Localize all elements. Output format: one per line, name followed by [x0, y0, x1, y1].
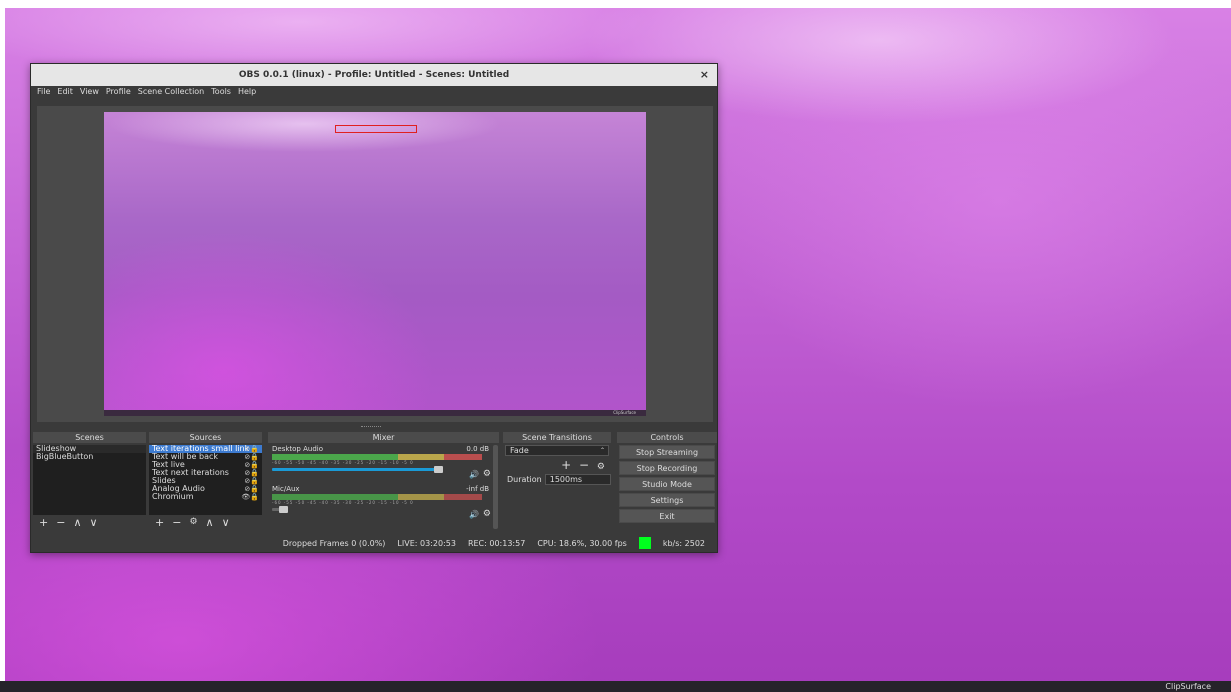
visibility-icon[interactable]: ⊘🔒 [244, 461, 259, 469]
menu-scene-collection[interactable]: Scene Collection [138, 86, 205, 98]
sources-header: Sources [149, 432, 262, 443]
meter-scale: -60 -55 -50 -45 -40 -35 -30 -25 -20 -15 … [272, 460, 414, 465]
move-down-icon[interactable]: ∨ [90, 516, 98, 529]
meter-scale: -60 -55 -50 -45 -40 -35 -30 -25 -20 -15 … [272, 500, 414, 505]
scenes-list: Slideshow BigBlueButton [33, 445, 146, 515]
visibility-icon[interactable]: ⊘🔒 [244, 453, 259, 461]
dropped-frames: Dropped Frames 0 (0.0%) [282, 538, 386, 548]
volume-meter [272, 494, 482, 500]
add-icon[interactable]: + [561, 458, 571, 472]
transitions-dock: Scene Transitions Fade ⌃ + − ⚙ Duration … [503, 432, 611, 485]
gear-icon[interactable]: ⚙ [189, 517, 197, 527]
gear-icon[interactable]: ⚙ [483, 469, 491, 479]
channel-name: Mic/Aux [272, 485, 300, 493]
speaker-icon[interactable]: 🔊 [469, 510, 479, 519]
add-icon[interactable]: + [39, 516, 48, 529]
move-up-icon[interactable]: ∧ [73, 516, 81, 529]
add-icon[interactable]: + [155, 516, 164, 529]
scene-item[interactable]: BigBlueButton [33, 453, 146, 461]
source-name: Chromium [152, 492, 194, 501]
visibility-icon[interactable]: ⊘🔒 [244, 445, 259, 453]
studio-mode-button[interactable]: Studio Mode [619, 477, 715, 491]
canvas-logo: ClipSurface [613, 410, 636, 415]
transitions-header: Scene Transitions [503, 432, 611, 443]
chevron-down-icon: ⌃ [599, 447, 605, 454]
scenes-toolbar: + − ∧ ∨ [33, 515, 146, 529]
scenes-dock: Scenes Slideshow BigBlueButton + − ∧ ∨ [33, 432, 146, 529]
slider-handle[interactable] [434, 466, 443, 473]
transition-toolbar: + − ⚙ [503, 456, 611, 474]
controls-dock: Controls Stop Streaming Stop Recording S… [617, 432, 717, 523]
volume-slider[interactable] [272, 466, 443, 473]
splitter-handle[interactable] [361, 426, 381, 429]
gear-icon[interactable]: ⚙ [483, 509, 491, 519]
cpu-usage: CPU: 18.6%, 30.00 fps [537, 538, 627, 548]
slider-handle[interactable] [279, 506, 288, 513]
visibility-icon[interactable]: 👁🔒 [241, 493, 259, 501]
menu-help[interactable]: Help [238, 86, 256, 98]
mixer-channel: Mic/Aux -inf dB -60 -55 -50 -45 -40 -35 … [268, 483, 499, 523]
exit-button[interactable]: Exit [619, 509, 715, 523]
canvas-bottom-bar [104, 410, 646, 416]
desktop-left-edge [0, 0, 5, 692]
channel-db: 0.0 dB [466, 445, 489, 453]
mixer-dock: Mixer Desktop Audio 0.0 dB -60 -55 -50 -… [268, 432, 499, 531]
sources-toolbar: + − ⚙ ∧ ∨ [149, 515, 262, 529]
bitrate: kb/s: 2502 [662, 538, 705, 548]
visibility-icon[interactable]: ⊘🔒 [244, 469, 259, 477]
scenes-header: Scenes [33, 432, 146, 443]
gear-icon[interactable]: ⚙ [597, 462, 605, 472]
close-icon[interactable]: × [700, 64, 709, 86]
live-time: LIVE: 03:20:53 [397, 538, 456, 548]
speaker-icon[interactable]: 🔊 [469, 470, 479, 479]
stop-recording-button[interactable]: Stop Recording [619, 461, 715, 475]
duration-row: Duration 1500ms [503, 474, 611, 485]
status-indicator [638, 537, 651, 549]
menu-bar: File Edit View Profile Scene Collection … [31, 86, 717, 98]
menu-edit[interactable]: Edit [57, 86, 73, 98]
preview-area[interactable]: ClipSurface [37, 106, 713, 422]
channel-name: Desktop Audio [272, 445, 323, 453]
window-title: OBS 0.0.1 (linux) - Profile: Untitled - … [238, 70, 510, 80]
title-bar[interactable]: OBS 0.0.1 (linux) - Profile: Untitled - … [31, 64, 717, 86]
mixer-channel: Desktop Audio 0.0 dB -60 -55 -50 -45 -40… [268, 443, 499, 483]
source-item[interactable]: Chromium 👁🔒 [149, 492, 262, 502]
mixer-scrollbar[interactable] [493, 445, 498, 529]
menu-profile[interactable]: Profile [106, 86, 131, 98]
menu-tools[interactable]: Tools [211, 86, 231, 98]
transition-select[interactable]: Fade ⌃ [505, 445, 609, 456]
visibility-icon[interactable]: ⊘🔒 [244, 477, 259, 485]
mixer-channels: Desktop Audio 0.0 dB -60 -55 -50 -45 -40… [268, 443, 499, 531]
remove-icon[interactable]: − [172, 516, 181, 529]
rec-time: REC: 00:13:57 [467, 538, 526, 548]
volume-slider[interactable] [272, 506, 288, 513]
visibility-icon[interactable]: ⊘🔒 [244, 485, 259, 493]
duration-label: Duration [507, 475, 542, 484]
preview-canvas[interactable]: ClipSurface [104, 112, 646, 416]
selected-source-box[interactable] [335, 125, 417, 133]
transition-value: Fade [510, 446, 529, 455]
taskbar: ClipSurface [0, 681, 1231, 692]
menu-view[interactable]: View [80, 86, 99, 98]
volume-meter [272, 454, 482, 460]
channel-db: -inf dB [466, 485, 489, 493]
taskbar-label: ClipSurface [1165, 682, 1211, 691]
obs-window: OBS 0.0.1 (linux) - Profile: Untitled - … [30, 63, 718, 553]
sources-dock: Sources Text iterations small link ⊘🔒 Tex… [149, 432, 262, 529]
status-bar: Dropped Frames 0 (0.0%) LIVE: 03:20:53 R… [31, 534, 719, 552]
remove-icon[interactable]: − [579, 458, 589, 472]
mixer-header: Mixer [268, 432, 499, 443]
sources-list: Text iterations small link ⊘🔒 Text will b… [149, 445, 262, 515]
stop-streaming-button[interactable]: Stop Streaming [619, 445, 715, 459]
duration-field[interactable]: 1500ms [544, 474, 611, 485]
move-up-icon[interactable]: ∧ [206, 516, 214, 529]
settings-button[interactable]: Settings [619, 493, 715, 507]
duration-value: 1500ms [549, 475, 583, 484]
controls-header: Controls [617, 432, 717, 443]
remove-icon[interactable]: − [56, 516, 65, 529]
move-down-icon[interactable]: ∨ [222, 516, 230, 529]
menu-file[interactable]: File [37, 86, 50, 98]
desktop-top-edge [0, 0, 1231, 8]
